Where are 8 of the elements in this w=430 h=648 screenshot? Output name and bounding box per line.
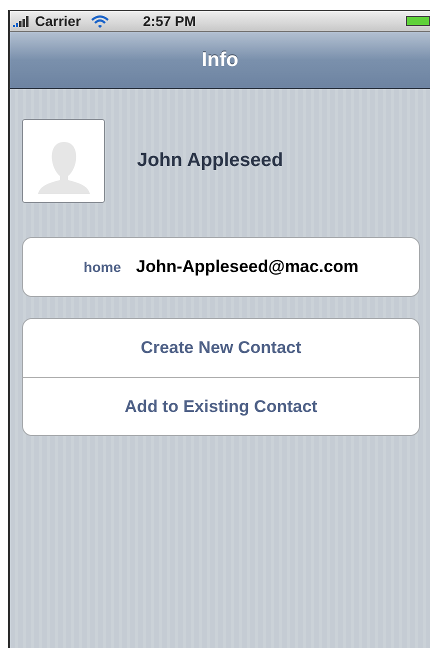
email-value[interactable]: John-Appleseed@mac.com	[136, 257, 359, 277]
contact-name: John Appleseed	[137, 150, 284, 172]
carrier-name: Carrier	[35, 13, 81, 29]
field-label: home	[82, 259, 121, 275]
status-time: 2:57 PM	[143, 13, 197, 29]
action-button[interactable]: Add to Existing Contact	[23, 377, 419, 435]
action-button[interactable]: Create New Contact	[23, 319, 419, 377]
nav-title: Info	[202, 48, 238, 72]
